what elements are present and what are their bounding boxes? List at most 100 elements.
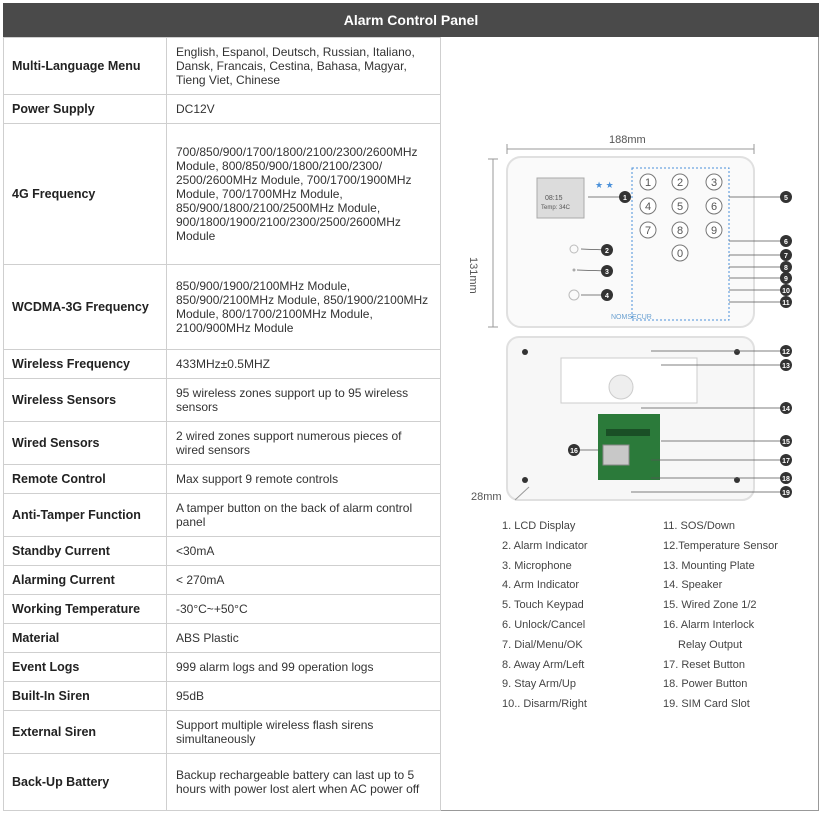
keypad-key: 9 (711, 225, 717, 237)
callout-number: 2 (605, 248, 609, 255)
callout-number: 10 (782, 288, 790, 295)
spec-key: Back-Up Battery (3, 753, 167, 811)
callout-number: 18 (782, 476, 790, 483)
keypad-key: 8 (677, 225, 683, 237)
spec-value: 850/900/1900/2100MHz Module, 850/900/210… (166, 264, 441, 350)
callout-number: 13 (782, 363, 790, 370)
spec-row: Built-In Siren 95dB (3, 681, 441, 711)
callout-number: 16 (570, 448, 578, 455)
keypad-key: 2 (677, 177, 683, 189)
spec-row: Working Temperature -30°C~+50°C (3, 594, 441, 624)
spec-row: Power Supply DC12V (3, 94, 441, 124)
legend-item: 11. SOS/Down (663, 520, 735, 532)
keypad-key: 0 (677, 248, 683, 260)
legend-item: 16. Alarm Interlock (663, 618, 755, 631)
legend-item: 15. Wired Zone 1/2 (663, 599, 757, 612)
legend-item: 5. Touch Keypad (502, 599, 584, 612)
spec-row: External Siren Support multiple wireless … (3, 710, 441, 754)
spec-value: -30°C~+50°C (166, 594, 441, 624)
spec-value: 700/850/900/1700/1800/2100/2300/2600MHz … (166, 123, 441, 265)
spec-key: Material (3, 623, 167, 653)
spec-key: WCDMA-3G Frequency (3, 264, 167, 350)
speaker (608, 374, 634, 400)
legend-item: 12.Temperature Sensor (663, 539, 778, 552)
callout-number: 9 (784, 276, 788, 283)
spec-key: External Siren (3, 710, 167, 754)
keypad-key: 6 (711, 201, 717, 213)
svg-text:Temp: 34C: Temp: 34C (541, 205, 571, 211)
callout-number: 6 (784, 239, 788, 246)
legend-item: 8. Away Arm/Left (502, 658, 585, 671)
legend-item: 18. Power Button (663, 678, 748, 691)
keypad-key: 3 (711, 177, 717, 189)
spec-value: DC12V (166, 94, 441, 124)
spec-key: Wireless Sensors (3, 378, 167, 422)
callout-number: 5 (784, 195, 788, 202)
callout-number: 17 (782, 458, 790, 465)
callout-number: 3 (605, 269, 609, 276)
spec-key: Built-In Siren (3, 681, 167, 711)
microphone (572, 268, 576, 272)
callout-number: 1 (623, 195, 627, 202)
page-title-bar: Alarm Control Panel (3, 3, 819, 37)
spec-row: Material ABS Plastic (3, 623, 441, 653)
callout-number: 11 (782, 300, 790, 307)
legend-item: 14. Speaker (663, 579, 723, 592)
legend-item: 4. Arm Indicator (502, 579, 580, 592)
spec-key: Power Supply (3, 94, 167, 124)
spec-key: Working Temperature (3, 594, 167, 624)
svg-text:★ ★: ★ ★ (595, 180, 614, 190)
callout-number: 19 (782, 490, 790, 497)
legend-item: 19. SIM Card Slot (663, 698, 750, 711)
spec-value: ABS Plastic (166, 623, 441, 653)
keypad-key: 5 (677, 201, 683, 213)
keypad-key: 4 (645, 201, 651, 213)
spec-key: Standby Current (3, 536, 167, 566)
callout-number: 7 (784, 253, 788, 260)
spec-value: <30mA (166, 536, 441, 566)
spec-key: 4G Frequency (3, 123, 167, 265)
device-drawing: 08:15 Temp: 34C ★ ★ 1 2 34 5 67 8 90 NOMSECUR … (488, 144, 792, 501)
callout-number: 4 (605, 293, 609, 300)
spec-row: Wireless Sensors 95 wireless zones suppor… (3, 378, 441, 422)
spec-key: Multi-Language Menu (3, 37, 167, 95)
keypad-key: 7 (645, 225, 651, 237)
svg-text:NOMSECUR: NOMSECUR (611, 314, 652, 321)
legend-right: 11. SOS/Down 12.Temperature Sensor 13. Mou… (663, 517, 778, 715)
spec-value: 2 wired zones support numerous pieces of… (166, 421, 441, 465)
spec-row: Wireless Frequency 433MHz±0.5MHZ (3, 349, 441, 379)
legend-item: 2. Alarm Indicator (502, 539, 588, 552)
legend-item: 17. Reset Button (663, 658, 745, 671)
legend-left: 1. LCD Display 2. Alarm Indicator 3. Micro… (502, 517, 588, 715)
spec-value: 95dB (166, 681, 441, 711)
callout-number: 8 (784, 265, 788, 272)
page-title: Alarm Control Panel (343, 12, 479, 28)
spec-row: Wired Sensors 2 wired zones support numer… (3, 421, 441, 465)
spec-value: 95 wireless zones support up to 95 wirel… (166, 378, 441, 422)
legend-item: 13. Mounting Plate (663, 559, 755, 572)
legend-item: 1. LCD Display (502, 520, 576, 532)
callout-number: 15 (782, 439, 790, 446)
spec-key: Anti-Tamper Function (3, 493, 167, 537)
spec-value: 433MHz±0.5MHZ (166, 349, 441, 379)
spec-row: Standby Current <30mA (3, 536, 441, 566)
spec-value: Max support 9 remote controls (166, 464, 441, 494)
svg-text:08:15: 08:15 (545, 195, 563, 202)
spec-value: < 270mA (166, 565, 441, 595)
legend-item: Relay Output (678, 638, 743, 651)
spec-value: A tamper button on the back of alarm con… (166, 493, 441, 537)
sim-card-slot (602, 444, 630, 466)
spec-row: 4G Frequency 700/850/900/1700/1800/2100/2… (3, 123, 441, 265)
legend-item: 7. Dial/Menu/OK (502, 638, 583, 651)
spec-row: Multi-Language Menu English, Espanol, Deu… (3, 37, 441, 95)
spec-value: English, Espanol, Deutsch, Russian, Ital… (166, 37, 441, 95)
spec-row: Anti-Tamper Function A tamper button on t… (3, 493, 441, 537)
spec-value: 999 alarm logs and 99 operation logs (166, 652, 441, 682)
legend-item: 6. Unlock/Cancel (502, 618, 586, 631)
spec-value: Support multiple wireless flash sirens s… (166, 710, 441, 754)
spec-key: Wireless Frequency (3, 349, 167, 379)
spec-row: Event Logs 999 alarm logs and 99 operatio… (3, 652, 441, 682)
spec-value: Backup rechargeable battery can last up … (166, 753, 441, 811)
spec-key: Event Logs (3, 652, 167, 682)
spec-key: Remote Control (3, 464, 167, 494)
